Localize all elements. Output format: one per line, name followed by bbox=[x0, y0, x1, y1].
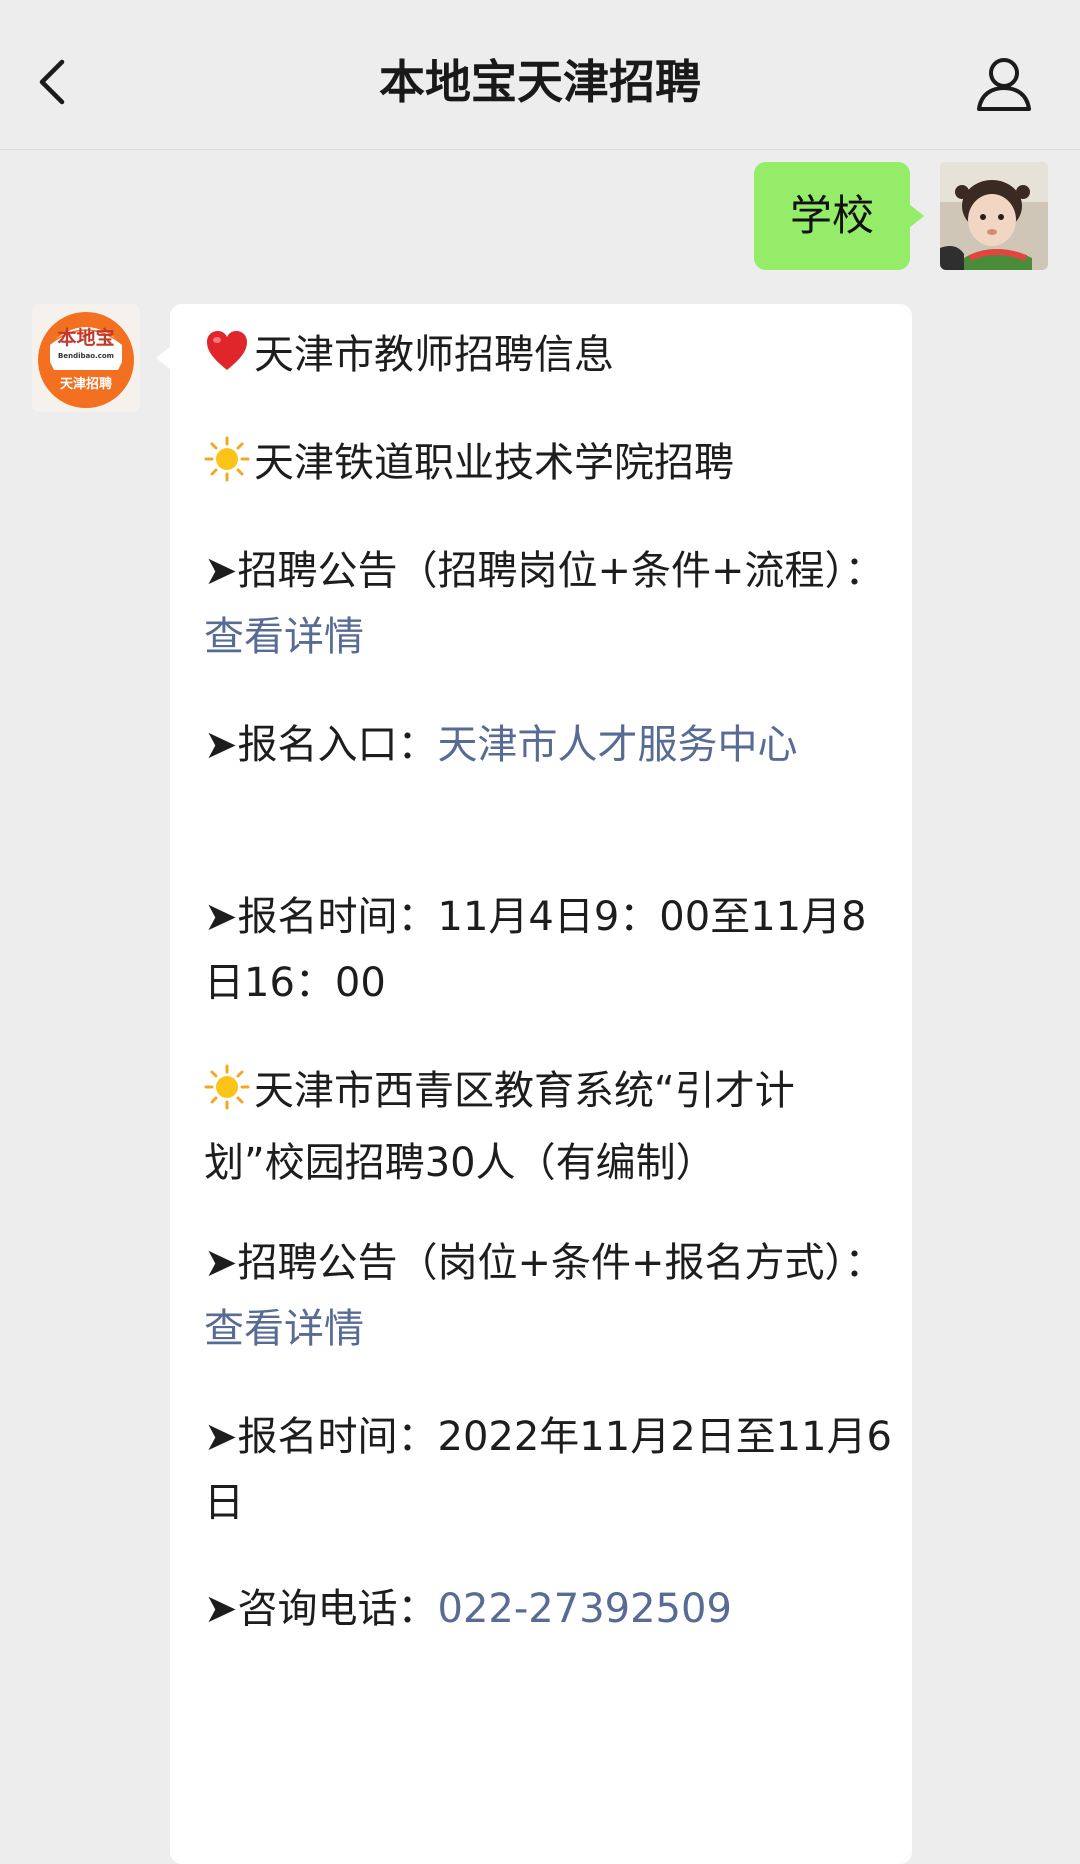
user-avatar[interactable] bbox=[940, 162, 1048, 270]
profile-button[interactable] bbox=[972, 52, 1036, 116]
heart-icon bbox=[204, 328, 250, 394]
section-title: 天津市西青区教育系统“引才计划”校园招聘30人（有编制） bbox=[204, 1068, 795, 1186]
navigation-bar: 本地宝天津招聘 bbox=[0, 0, 1080, 150]
xiqing-registration-time-line: ➤报名时间：2022年11月2日至11月6日 bbox=[204, 1414, 893, 1526]
railway-announcement-line: ➤招聘公告（招聘岗位+条件+流程）： 查看详情 bbox=[204, 538, 894, 670]
sun-icon bbox=[204, 436, 250, 502]
line-label: ➤招聘公告（岗位+条件+报名方式）： bbox=[204, 1240, 885, 1286]
section-railway-college: 天津铁道职业技术学院招聘 bbox=[204, 430, 894, 502]
talent-service-center-link[interactable]: 天津市人才服务中心 bbox=[438, 722, 798, 768]
railway-registration-time-line: ➤报名时间：11月4日9：00至11月8日16：00 bbox=[204, 894, 867, 1006]
line-label: ➤咨询电话： bbox=[204, 1586, 438, 1632]
view-details-link[interactable]: 查看详情 bbox=[204, 614, 364, 660]
user-message-bubble[interactable]: 学校 bbox=[754, 162, 924, 270]
user-avatar-photo bbox=[940, 162, 1048, 270]
line-label: ➤报名入口： bbox=[204, 722, 438, 768]
line-label: ➤招聘公告（招聘岗位+条件+流程）： bbox=[204, 548, 885, 594]
consultation-phone-line: ➤咨询电话：022-27392509 bbox=[204, 1576, 894, 1642]
section-xiqing-education: 天津市西青区教育系统“引才计划”校园招聘30人（有编制） bbox=[204, 1058, 894, 1196]
sun-icon bbox=[204, 1064, 250, 1130]
heading-teacher-recruitment: 天津市教师招聘信息 bbox=[204, 322, 894, 394]
section-title: 天津铁道职业技术学院招聘 bbox=[254, 440, 734, 486]
chat-area[interactable]: 学校 本地宝 Bendibao.com 天津招聘 天津市教师招聘信息 天津铁道职… bbox=[0, 150, 1080, 1864]
official-account-message-bubble[interactable]: 天津市教师招聘信息 天津铁道职业技术学院招聘 ➤招聘公告（招聘岗位+条件+流程）… bbox=[156, 304, 912, 1864]
page-title: 本地宝天津招聘 bbox=[379, 55, 701, 109]
bendibao-logo: 本地宝 Bendibao.com 天津招聘 bbox=[32, 304, 140, 412]
logo-lettering: 天津招聘 bbox=[60, 376, 112, 392]
view-details-link[interactable]: 查看详情 bbox=[204, 1306, 364, 1352]
person-icon bbox=[977, 58, 1031, 111]
xiqing-announcement-line: ➤招聘公告（岗位+条件+报名方式）： 查看详情 bbox=[204, 1230, 894, 1362]
logo-lettering: Bendibao.com bbox=[58, 352, 114, 360]
official-account-avatar[interactable]: 本地宝 Bendibao.com 天津招聘 bbox=[32, 304, 140, 412]
heading-text: 天津市教师招聘信息 bbox=[254, 332, 614, 378]
phone-number-link[interactable]: 022-27392509 bbox=[438, 1586, 732, 1632]
railway-registration-entry-line: ➤报名入口：天津市人才服务中心 bbox=[204, 712, 894, 778]
logo-lettering: 本地宝 bbox=[57, 326, 114, 349]
